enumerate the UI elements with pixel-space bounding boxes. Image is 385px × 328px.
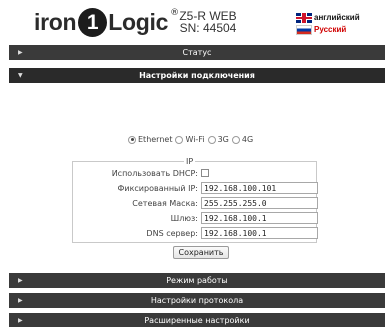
section-advanced-header[interactable]: ▶ Расширенные настройки: [9, 313, 385, 327]
logo-text-logic: Logic: [108, 8, 169, 35]
dhcp-checkbox[interactable]: [201, 169, 209, 177]
connection-type-group: Ethernet Wi-Fi 3G 4G: [128, 135, 256, 144]
expand-arrow-icon: ▶: [18, 277, 23, 284]
section-status-title: Статус: [182, 48, 212, 57]
section-mode-title: Режим работы: [166, 276, 228, 285]
section-connection-header[interactable]: ▼ Настройки подключения: [9, 68, 385, 83]
section-protocol-header[interactable]: ▶ Настройки протокола: [9, 293, 385, 308]
radio-ethernet-label: Ethernet: [138, 135, 173, 144]
gateway-label: Шлюз:: [170, 213, 198, 223]
static-ip-label: Фиксированный IP:: [117, 183, 198, 193]
language-english-label: английский: [314, 13, 360, 22]
gateway-row: Шлюз:: [73, 211, 318, 225]
radio-ethernet[interactable]: Ethernet: [128, 135, 172, 144]
radio-wifi-dot[interactable]: [175, 135, 184, 144]
radio-4g[interactable]: 4G: [231, 135, 254, 144]
save-button[interactable]: Сохранить: [173, 246, 229, 259]
dns-input[interactable]: [201, 227, 318, 239]
ru-flag-icon: [296, 24, 312, 35]
netmask-row: Сетевая Маска:: [73, 196, 318, 210]
static-ip-row: Фиксированный IP:: [73, 181, 318, 195]
language-switcher: английский Русский: [296, 12, 360, 36]
radio-4g-label: 4G: [241, 135, 254, 144]
radio-wifi[interactable]: Wi-Fi: [175, 135, 205, 144]
dhcp-row: Использовать DHCP:: [73, 166, 318, 180]
ip-settings-fieldset: IP Использовать DHCP: Фиксированный IP: …: [72, 157, 318, 243]
logo-circle-one: 1: [78, 7, 108, 37]
radio-ethernet-dot[interactable]: [128, 135, 136, 144]
netmask-label: Сетевая Маска:: [132, 198, 198, 208]
section-advanced-title: Расширенные настройки: [144, 316, 250, 325]
ip-legend: IP: [186, 157, 194, 166]
netmask-input[interactable]: [201, 197, 318, 209]
expand-arrow-icon: ▶: [18, 297, 23, 304]
language-russian-label: Русский: [314, 25, 347, 34]
ironlogic-logo: iron 1 Logic ®: [34, 6, 179, 38]
uk-flag-icon: [296, 12, 312, 23]
logo-text-iron: iron: [34, 8, 77, 35]
radio-3g-label: 3G: [217, 135, 229, 144]
section-mode-header[interactable]: ▶ Режим работы: [9, 273, 385, 288]
dns-row: DNS сервер:: [73, 226, 318, 240]
device-serial: SN: 44504: [179, 21, 237, 35]
collapse-arrow-icon: ▼: [18, 72, 23, 79]
radio-3g-dot[interactable]: [207, 135, 216, 144]
radio-3g[interactable]: 3G: [207, 135, 229, 144]
radio-4g-dot[interactable]: [231, 135, 240, 144]
gateway-input[interactable]: [201, 212, 318, 224]
expand-arrow-icon: ▶: [18, 317, 23, 324]
language-english[interactable]: английский: [296, 12, 360, 23]
section-status-header[interactable]: ▶ Статус: [9, 45, 385, 60]
header: iron 1 Logic ® Z5-R WEB SN: 44504 англий…: [0, 0, 385, 44]
section-protocol-title: Настройки протокола: [150, 296, 244, 305]
dns-label: DNS сервер:: [146, 228, 198, 238]
device-info: Z5-R WEB SN: 44504: [173, 10, 243, 34]
dhcp-label: Использовать DHCP:: [111, 168, 198, 178]
section-connection-title: Настройки подключения: [139, 71, 255, 80]
radio-wifi-label: Wi-Fi: [185, 135, 205, 144]
language-russian[interactable]: Русский: [296, 24, 360, 35]
static-ip-input[interactable]: [201, 182, 318, 194]
expand-arrow-icon: ▶: [18, 49, 23, 56]
